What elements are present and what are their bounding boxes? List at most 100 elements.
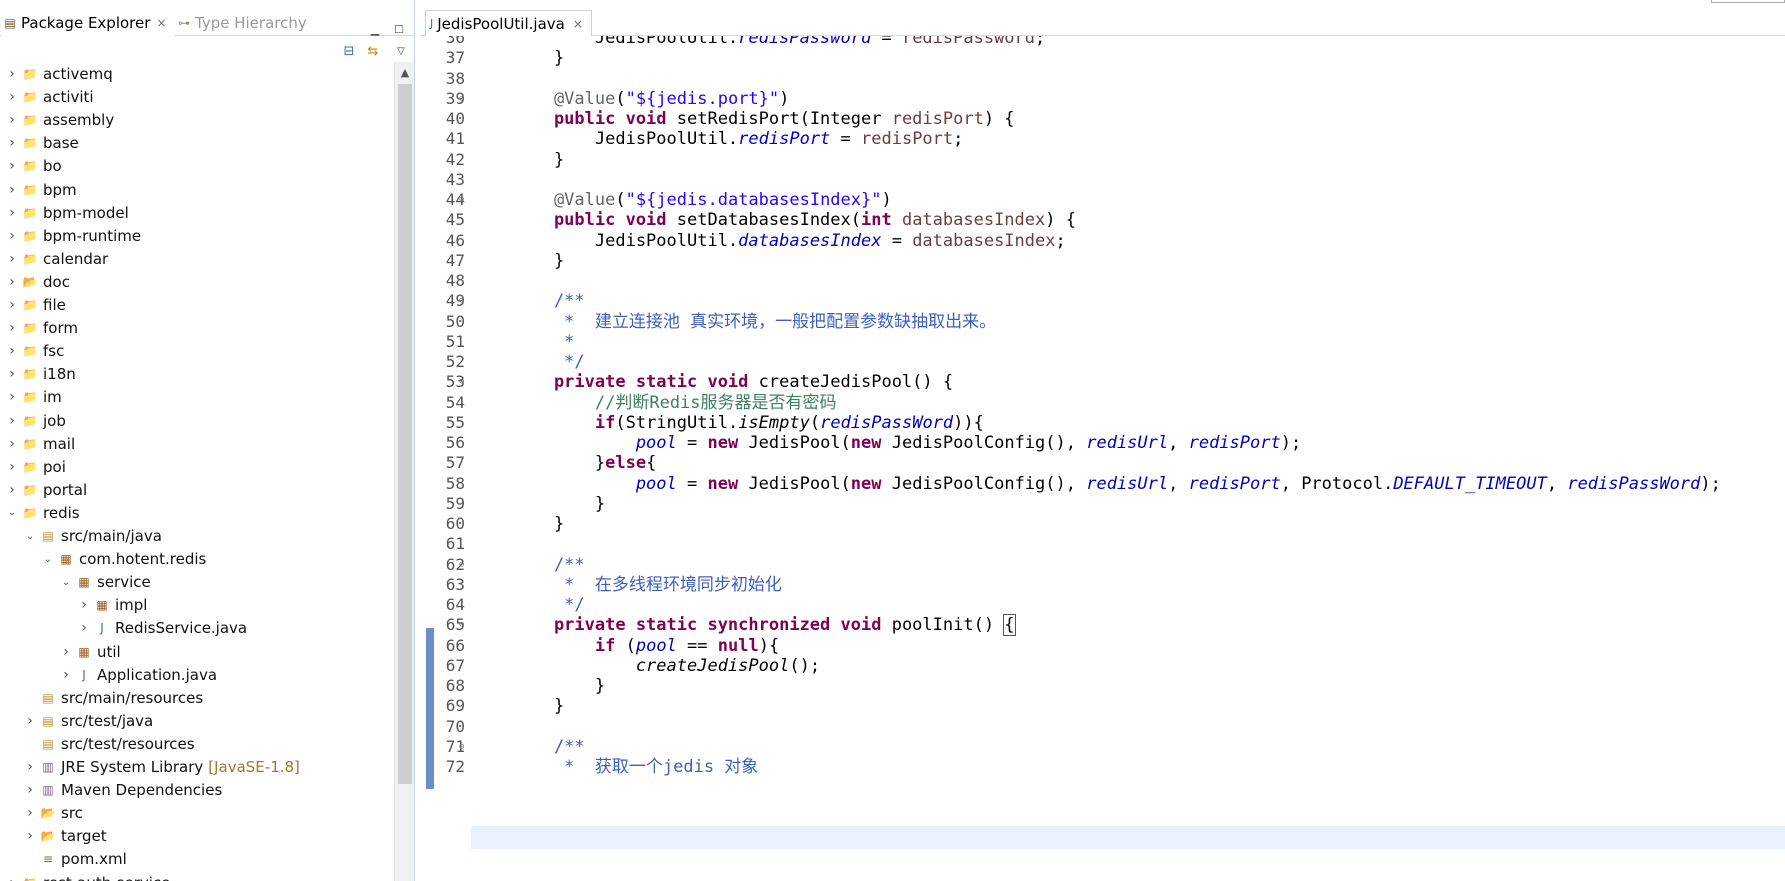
tree-item-label: util [97, 642, 121, 661]
chevron-right-icon[interactable]: › [5, 135, 19, 151]
tree-item[interactable]: ⌄ ▤ src/main/java [0, 525, 162, 548]
chevron-right-icon[interactable]: › [5, 228, 19, 244]
chevron-right-icon[interactable]: › [5, 182, 19, 198]
chevron-right-icon[interactable]: › [5, 436, 19, 452]
code-token: JedisPoolUtil. [513, 129, 739, 150]
link-with-editor-icon[interactable]: ⇆ [364, 42, 382, 60]
maximize-button[interactable]: ☐ [392, 22, 406, 36]
chevron-right-icon[interactable]: › [59, 644, 73, 660]
tab-type-hierarchy[interactable]: ⊶ Type Hierarchy [176, 10, 351, 36]
tree-item[interactable]: › ▥ Maven Dependencies [0, 779, 222, 802]
code-line: 64 */ [421, 595, 1785, 615]
fold-toggle-icon[interactable]: ⊖ [459, 737, 464, 758]
chevron-right-icon[interactable]: › [5, 482, 19, 498]
chevron-right-icon[interactable]: › [5, 112, 19, 128]
tree-item[interactable]: ›📁 rest-auth-service [0, 871, 170, 881]
chevron-right-icon[interactable]: › [23, 828, 37, 844]
chevron-down-icon[interactable]: ⌄ [5, 506, 19, 520]
tree-item[interactable]: › 📁 form [0, 317, 78, 340]
tree-item[interactable]: › ▤ src/test/java [0, 709, 153, 732]
chevron-right-icon[interactable]: › [5, 297, 19, 313]
fold-toggle-icon[interactable]: ⊖ [459, 615, 464, 636]
tree-item[interactable]: › 📁 portal [0, 478, 87, 501]
tree-item[interactable]: › 📁 mail [0, 432, 75, 455]
scroll-up-icon[interactable]: ▲ [395, 62, 415, 82]
fold-toggle-icon[interactable]: ⊖ [459, 555, 464, 576]
tree-item[interactable]: › ▦ impl [0, 594, 147, 617]
code-text-area[interactable]: 36 JedisPoolUtil.redisPassword = redisPa… [421, 36, 1785, 881]
tree-item[interactable]: › 📁 base [0, 132, 79, 155]
tree-item[interactable]: ▤ src/test/resources [0, 732, 194, 755]
close-icon[interactable]: × [573, 17, 583, 31]
tree-item[interactable]: › 📁 im [0, 386, 62, 409]
tree-item[interactable]: ⌄ ▦ service [0, 571, 151, 594]
chevron-right-icon[interactable]: › [5, 343, 19, 359]
chevron-right-icon[interactable]: › [23, 713, 37, 729]
tree-item-label: rest-auth-service [43, 874, 170, 881]
chevron-right-icon[interactable]: › [5, 205, 19, 221]
tree-item[interactable]: › 📁 activemq [0, 63, 113, 86]
line-number: 46 [445, 230, 465, 250]
chevron-right-icon[interactable]: › [5, 875, 19, 881]
chevron-right-icon[interactable]: › [23, 805, 37, 821]
chevron-down-icon[interactable]: ⌄ [41, 552, 55, 566]
tree-item-label: bpm-runtime [43, 226, 142, 245]
tree-item[interactable]: › 📁 job [0, 409, 66, 432]
tree-item[interactable]: ≡ pom.xml [0, 848, 127, 871]
chevron-down-icon[interactable]: ⌄ [23, 529, 37, 543]
minimize-button[interactable]: ▁ [368, 22, 382, 36]
fold-toggle-icon[interactable]: ⊖ [459, 190, 464, 211]
chevron-right-icon[interactable]: › [23, 759, 37, 775]
chevron-right-icon[interactable]: › [5, 366, 19, 382]
chevron-right-icon[interactable]: › [5, 459, 19, 475]
project-icon: 📁 [22, 159, 38, 174]
chevron-right-icon[interactable]: › [59, 667, 73, 683]
code-token: * 在多线程环境同步初始化 [513, 574, 782, 595]
view-menu-icon[interactable]: ▽ [392, 42, 410, 60]
chevron-right-icon[interactable]: › [5, 251, 19, 267]
tree-item[interactable]: › 📁 bo [0, 155, 62, 178]
tree-item[interactable]: ▤ src/main/resources [0, 686, 203, 709]
close-icon[interactable]: × [156, 16, 166, 30]
tree-item[interactable]: › 📁 bpm-model [0, 201, 129, 224]
tree-item[interactable]: › 📁 calendar [0, 247, 108, 270]
tree-scrollbar[interactable]: ▲ [394, 62, 414, 881]
tree-item[interactable]: ⌄ 📁 redis [0, 501, 80, 524]
chevron-right-icon[interactable]: › [5, 413, 19, 429]
code-text: */ [513, 595, 584, 615]
chevron-down-icon[interactable]: ⌄ [59, 575, 73, 589]
tree-item[interactable]: › 📁 bpm-runtime [0, 224, 141, 247]
tab-package-explorer[interactable]: ▤ Package Explorer × [2, 10, 174, 36]
tree-item[interactable]: › J RedisService.java [0, 617, 247, 640]
chevron-right-icon[interactable]: › [23, 782, 37, 798]
tree-item[interactable]: › 📂 doc [0, 270, 70, 293]
tree-item[interactable]: › 📂 target [0, 825, 106, 848]
chevron-right-icon[interactable]: › [5, 89, 19, 105]
scroll-thumb[interactable] [398, 84, 412, 784]
fold-toggle-icon[interactable]: ⊖ [459, 372, 464, 393]
tree-item[interactable]: › ▥ JRE System Library [JavaSE-1.8] [0, 756, 300, 779]
fold-toggle-icon[interactable]: ⊖ [459, 89, 464, 110]
tree-item[interactable]: › ▦ util [0, 640, 121, 663]
fold-toggle-icon[interactable]: ⊖ [459, 291, 464, 312]
tree-item[interactable]: › 📁 fsc [0, 340, 64, 363]
chevron-right-icon[interactable]: › [5, 389, 19, 405]
tree-item[interactable]: › 📁 file [0, 294, 66, 317]
tree-item[interactable]: ⌄ ▦ com.hotent.redis [0, 548, 207, 571]
tree-item[interactable]: › 📁 i18n [0, 363, 76, 386]
collapse-all-icon[interactable]: ⊟ [340, 42, 358, 60]
chevron-right-icon[interactable]: › [5, 320, 19, 336]
chevron-right-icon[interactable]: › [5, 66, 19, 82]
chevron-right-icon[interactable]: › [5, 158, 19, 174]
chevron-right-icon[interactable]: › [77, 620, 91, 636]
tree-item[interactable]: › 📁 activiti [0, 86, 93, 109]
chevron-right-icon[interactable]: › [5, 274, 19, 290]
tab-jedispoolutil-java[interactable]: J JedisPoolUtil.java × [425, 10, 592, 36]
tree-item[interactable]: › 📂 src [0, 802, 83, 825]
tree-item[interactable]: › 📁 bpm [0, 178, 76, 201]
tree-item[interactable]: › J Application.java [0, 663, 217, 686]
code-line: 61 [421, 534, 1785, 554]
chevron-right-icon[interactable]: › [77, 597, 91, 613]
tree-item[interactable]: › 📁 poi [0, 455, 66, 478]
tree-item[interactable]: › 📁 assembly [0, 109, 114, 132]
